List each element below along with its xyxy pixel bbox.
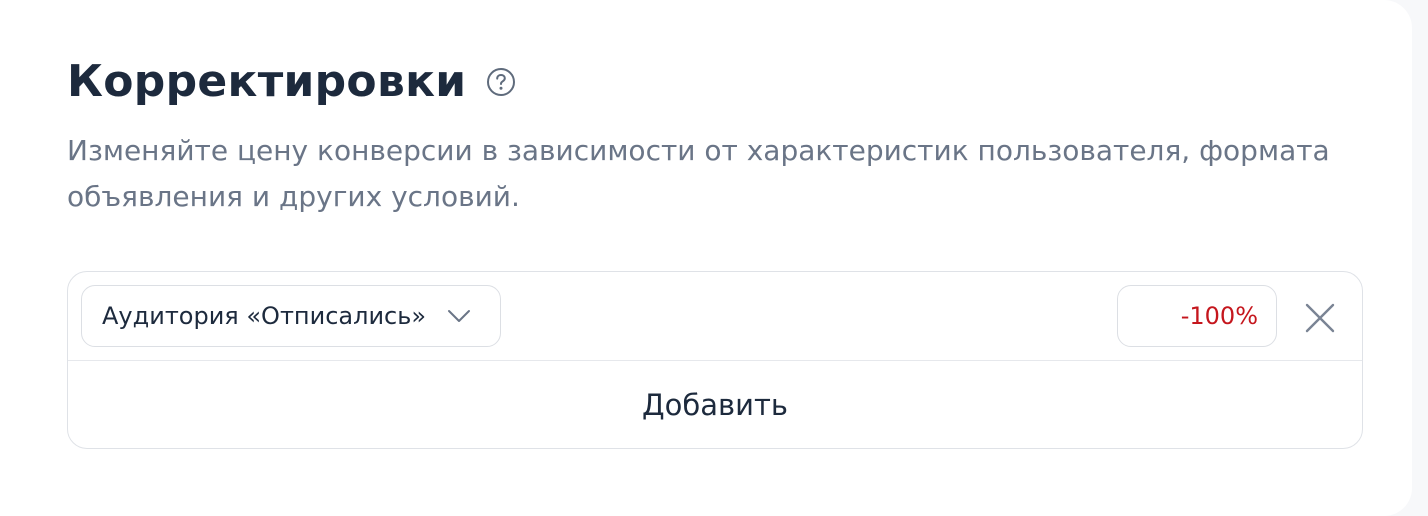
chevron-down-icon bbox=[444, 301, 474, 331]
adjustments-card: Корректировки Изменяйте цену конверсии в… bbox=[0, 0, 1412, 516]
condition-select[interactable]: Аудитория «Отписались» bbox=[81, 285, 501, 347]
adjustment-value: -100% bbox=[1180, 302, 1258, 330]
question-circle-icon[interactable] bbox=[486, 67, 516, 97]
close-icon bbox=[1305, 303, 1335, 333]
adjustments-list: Аудитория «Отписались» -100% Добавить bbox=[67, 271, 1363, 449]
condition-select-label: Аудитория «Отписались» bbox=[102, 302, 427, 330]
section-title: Корректировки bbox=[67, 56, 467, 107]
section-description: Изменяйте цену конверсии в зависимости о… bbox=[67, 134, 1330, 213]
add-adjustment-button[interactable]: Добавить bbox=[68, 361, 1362, 449]
add-button-label: Добавить bbox=[642, 388, 788, 422]
adjustment-value-input[interactable]: -100% bbox=[1117, 285, 1277, 347]
adjustment-row: Аудитория «Отписались» -100% bbox=[68, 272, 1362, 361]
remove-adjustment-button[interactable] bbox=[1300, 298, 1340, 338]
section-header: Корректировки bbox=[67, 52, 516, 112]
